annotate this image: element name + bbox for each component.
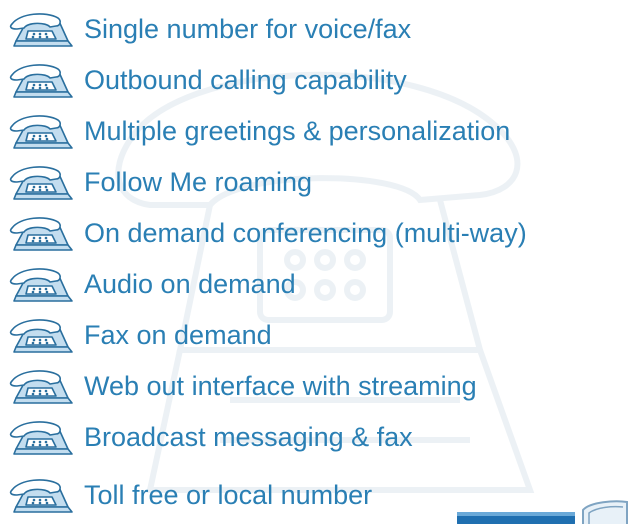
- feature-label: Audio on demand: [84, 269, 296, 299]
- decorative-corner-graphic: [457, 500, 628, 524]
- telephone-icon: [9, 268, 73, 302]
- feature-label: On demand conferencing (multi-way): [84, 218, 527, 248]
- telephone-icon: [9, 13, 73, 47]
- feature-item-follow-me: Follow Me roaming: [0, 159, 630, 205]
- feature-item-audio-on-demand: Audio on demand: [0, 261, 630, 307]
- feature-label: Broadcast messaging & fax: [84, 422, 413, 452]
- feature-item-broadcast-messaging: Broadcast messaging & fax: [0, 414, 630, 460]
- feature-item-conferencing: On demand conferencing (multi-way): [0, 210, 630, 256]
- feature-item-single-number: Single number for voice/fax: [0, 6, 630, 52]
- feature-label: Toll free or local number: [84, 480, 373, 510]
- telephone-icon: [9, 115, 73, 149]
- telephone-icon: [9, 319, 73, 353]
- telephone-icon: [9, 64, 73, 98]
- telephone-icon: [9, 479, 73, 513]
- feature-item-web-out-interface: Web out interface with streaming: [0, 363, 630, 409]
- telephone-icon: [9, 421, 73, 455]
- telephone-icon: [9, 370, 73, 404]
- feature-label: Multiple greetings & personalization: [84, 116, 511, 146]
- feature-item-outbound-calling: Outbound calling capability: [0, 57, 630, 103]
- feature-item-multiple-greetings: Multiple greetings & personalization: [0, 108, 630, 154]
- feature-label: Outbound calling capability: [84, 65, 407, 95]
- feature-label: Fax on demand: [84, 320, 272, 350]
- telephone-icon: [9, 166, 73, 200]
- feature-label: Follow Me roaming: [84, 167, 313, 197]
- feature-label: Single number for voice/fax: [84, 14, 412, 44]
- telephone-icon: [9, 217, 73, 251]
- feature-label: Web out interface with streaming: [84, 371, 477, 401]
- feature-item-fax-on-demand: Fax on demand: [0, 312, 630, 358]
